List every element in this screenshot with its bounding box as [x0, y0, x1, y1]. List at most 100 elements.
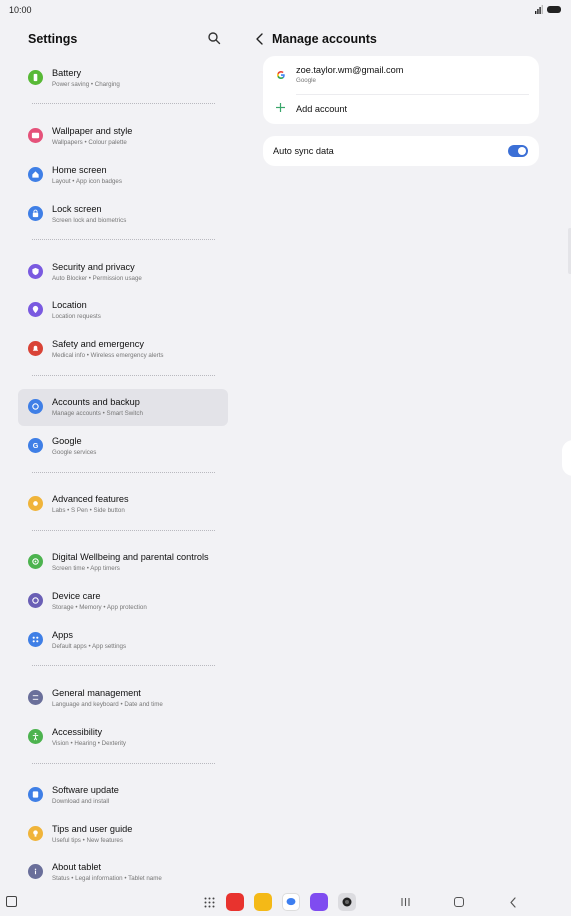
- sidebar-item-label: Wallpaper and style: [52, 126, 133, 136]
- google-account-row[interactable]: zoe.taylor.wm@gmail.com Google: [263, 56, 539, 94]
- sidebar-item-general-management[interactable]: General management Language and keyboard …: [18, 680, 228, 717]
- section-divider: [32, 665, 215, 666]
- sidebar-item-google[interactable]: G Google Google services: [18, 428, 228, 465]
- floating-edge-button[interactable]: [562, 440, 571, 476]
- sidebar-item-subtitle: Vision • Hearing • Dexterity: [52, 740, 127, 747]
- section-divider: [32, 103, 215, 104]
- sidebar-item-label: Battery: [52, 68, 82, 78]
- section-divider: [32, 763, 215, 764]
- sidebar-item-digital-wellbeing-and-parental-controls[interactable]: Digital Wellbeing and parental controls S…: [18, 544, 228, 581]
- sidebar-item-device-care[interactable]: Device care Storage • Memory • App protec…: [18, 583, 228, 620]
- sidebar-item-subtitle: Google services: [52, 449, 97, 456]
- sidebar-item-subtitle: Screen time • App timers: [52, 565, 120, 572]
- messages-app-icon[interactable]: [282, 893, 300, 911]
- sidebar-item-home-screen[interactable]: Home screen Layout • App icon badges: [18, 157, 228, 194]
- add-account-label: Add account: [296, 104, 348, 114]
- sidebar-item-subtitle: Auto Blocker • Permission usage: [52, 275, 142, 282]
- sidebar-item-software-update[interactable]: Software update Download and install: [18, 777, 228, 814]
- lock-icon: [28, 206, 43, 221]
- sidebar-item-subtitle: Power saving • Charging: [52, 81, 120, 88]
- browser-app-icon[interactable]: [310, 893, 328, 911]
- sidebar-item-subtitle: Labs • S Pen • Side button: [52, 507, 125, 514]
- settings-panel: Settings Battery Power saving • Charging W…: [18, 0, 230, 916]
- section-divider: [32, 375, 215, 376]
- search-icon[interactable]: [207, 31, 221, 45]
- keyboard-icon[interactable]: [6, 896, 17, 907]
- sidebar-item-location[interactable]: Location Location requests: [18, 292, 228, 329]
- back-nav-icon[interactable]: [509, 897, 517, 908]
- auto-sync-card[interactable]: Auto sync data: [263, 136, 539, 166]
- shield-icon: [28, 264, 43, 279]
- sidebar-item-subtitle: Medical info • Wireless emergency alerts: [52, 352, 164, 359]
- sidebar-item-battery[interactable]: Battery Power saving • Charging: [18, 60, 228, 97]
- sidebar-item-label: Accessibility: [52, 727, 103, 737]
- sidebar-item-about-tablet[interactable]: About tablet Status • Legal information •…: [18, 854, 228, 891]
- auto-sync-toggle[interactable]: [508, 145, 528, 157]
- page-title: Manage accounts: [272, 32, 377, 46]
- auto-sync-label: Auto sync data: [273, 146, 334, 156]
- info-icon: [28, 864, 43, 879]
- sidebar-item-label: General management: [52, 688, 141, 698]
- sidebar-item-label: Lock screen: [52, 204, 102, 214]
- toggle-knob: [518, 147, 526, 155]
- plus-icon: [276, 103, 285, 112]
- sidebar-item-accounts-and-backup[interactable]: Accounts and backup Manage accounts • Sma…: [18, 389, 228, 426]
- lightbulb-icon: [28, 826, 43, 841]
- sidebar-item-security-and-privacy[interactable]: Security and privacy Auto Blocker • Permi…: [18, 254, 228, 291]
- sidebar-item-safety-and-emergency[interactable]: Safety and emergency Medical info • Wirel…: [18, 331, 228, 368]
- apps-grid-icon: [28, 632, 43, 647]
- battery-icon: [547, 6, 561, 13]
- sidebar-item-label: Software update: [52, 785, 119, 795]
- files-app-icon[interactable]: [254, 893, 272, 911]
- back-arrow-icon[interactable]: [254, 32, 266, 46]
- sidebar-item-subtitle: Download and install: [52, 798, 110, 805]
- add-account-button[interactable]: Add account: [263, 95, 539, 124]
- wellbeing-icon: [28, 554, 43, 569]
- sidebar-item-subtitle: Storage • Memory • App protection: [52, 604, 147, 611]
- sidebar-item-subtitle: Wallpapers • Colour palette: [52, 139, 127, 146]
- wallpaper-icon: [28, 128, 43, 143]
- accounts-card: zoe.taylor.wm@gmail.com Google Add accou…: [263, 56, 539, 124]
- notes-app-icon[interactable]: [226, 893, 244, 911]
- home-icon: [28, 167, 43, 182]
- sidebar-item-subtitle: Status • Legal information • Tablet name: [52, 875, 162, 882]
- sidebar-item-label: Device care: [52, 591, 101, 601]
- update-icon: [28, 787, 43, 802]
- camera-app-icon[interactable]: [338, 893, 356, 911]
- alert-bell-icon: [28, 341, 43, 356]
- app-drawer-icon[interactable]: [204, 897, 215, 908]
- battery-icon: [28, 70, 43, 85]
- sidebar-item-label: Location: [52, 300, 87, 310]
- gear-plus-icon: [28, 496, 43, 511]
- sidebar-item-lock-screen[interactable]: Lock screen Screen lock and biometrics: [18, 196, 228, 233]
- sync-icon: [28, 399, 43, 414]
- recent-apps-icon[interactable]: [400, 897, 411, 907]
- section-divider: [32, 530, 215, 531]
- google-icon: G: [28, 438, 43, 453]
- sidebar-item-subtitle: Manage accounts • Smart Switch: [52, 410, 143, 417]
- sidebar-item-subtitle: Language and keyboard • Date and time: [52, 701, 163, 708]
- sidebar-item-label: About tablet: [52, 862, 102, 872]
- sidebar-item-advanced-features[interactable]: Advanced features Labs • S Pen • Side but…: [18, 486, 228, 523]
- sidebar-item-label: Security and privacy: [52, 262, 135, 272]
- svg-text:G: G: [33, 441, 39, 450]
- sidebar-item-label: Digital Wellbeing and parental controls: [52, 552, 209, 562]
- section-divider: [32, 472, 215, 473]
- signal-icon: [535, 5, 543, 14]
- sidebar-item-label: Tips and user guide: [52, 824, 133, 834]
- sidebar-item-apps[interactable]: Apps Default apps • App settings: [18, 622, 228, 659]
- sidebar-item-label: Apps: [52, 630, 73, 640]
- account-email: zoe.taylor.wm@gmail.com: [296, 65, 404, 75]
- sidebar-item-label: Accounts and backup: [52, 397, 140, 407]
- account-type: Google: [296, 77, 316, 84]
- sliders-icon: [28, 690, 43, 705]
- sidebar-item-accessibility[interactable]: Accessibility Vision • Hearing • Dexterit…: [18, 719, 228, 756]
- sidebar-item-subtitle: Location requests: [52, 313, 101, 320]
- home-button-icon[interactable]: [454, 897, 464, 907]
- sidebar-item-subtitle: Useful tips • New features: [52, 837, 123, 844]
- navigation-bar: [0, 888, 571, 916]
- sidebar-item-wallpaper-and-style[interactable]: Wallpaper and style Wallpapers • Colour p…: [18, 118, 228, 155]
- sidebar-item-tips-and-user-guide[interactable]: Tips and user guide Useful tips • New fea…: [18, 816, 228, 853]
- sidebar-item-label: Home screen: [52, 165, 107, 175]
- accessibility-icon: [28, 729, 43, 744]
